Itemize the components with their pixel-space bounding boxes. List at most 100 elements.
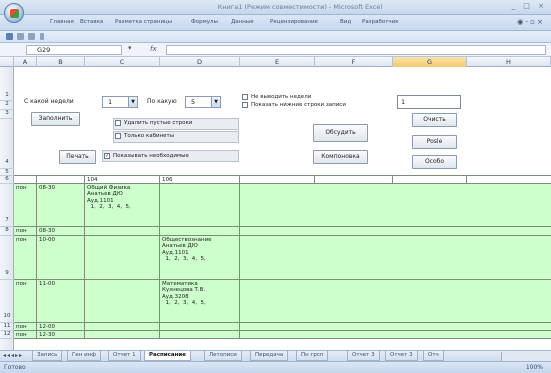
sheet-tab[interactable]: Отчет 3 — [347, 351, 380, 361]
empty-cells[interactable] — [240, 184, 551, 227]
row-header[interactable]: 6 — [0, 176, 14, 184]
row-header[interactable]: 10 — [0, 280, 14, 323]
checkbox-icon[interactable] — [115, 133, 121, 139]
redo-icon[interactable] — [28, 33, 35, 40]
show-required-checkbox[interactable]: ✓ Показывать необходимые — [104, 153, 189, 159]
lesson-cell[interactable] — [160, 184, 240, 227]
row-header[interactable]: 2 — [0, 101, 14, 110]
checkbox-icon[interactable] — [242, 102, 248, 108]
row-header[interactable]: 3 — [0, 110, 14, 119]
zoom-level[interactable]: 100% — [526, 364, 543, 371]
lesson-cell[interactable] — [160, 323, 240, 331]
column-header[interactable]: A — [14, 57, 37, 67]
row-header[interactable]: 8 — [0, 227, 14, 236]
column-header[interactable]: F — [315, 57, 393, 67]
tab-review[interactable]: Рецензирование — [270, 19, 318, 25]
right-button-1[interactable]: Очисть — [412, 113, 457, 127]
fx-icon[interactable]: fx — [150, 45, 157, 53]
tab-insert[interactable]: Вставка — [80, 19, 103, 25]
table-cell[interactable] — [467, 176, 551, 184]
sheet-tab[interactable]: Летописи — [204, 351, 242, 361]
row-header[interactable]: 4 — [0, 119, 14, 169]
ribbon-help-icon[interactable]: ◉ - ▫ × — [517, 18, 543, 26]
delete-empty-checkbox[interactable]: Удалить пустые строки — [115, 120, 192, 126]
name-box[interactable]: G29 — [26, 45, 122, 55]
day-cell[interactable]: пон — [14, 184, 37, 227]
column-header-selected[interactable]: G — [393, 57, 467, 67]
checkbox-icon[interactable] — [115, 120, 121, 126]
tab-formulas[interactable]: Формулы — [191, 19, 218, 25]
lesson-cell[interactable] — [85, 331, 160, 339]
sheet-tab[interactable]: Пн грсп — [296, 351, 329, 361]
sheet-tab[interactable]: Отчет 3 — [385, 351, 418, 361]
undo-icon[interactable] — [17, 33, 24, 40]
table-cell[interactable] — [240, 176, 315, 184]
show-lines-checkbox[interactable]: Показать нижние строки записи — [242, 102, 346, 108]
time-cell[interactable]: 11-00 — [37, 280, 85, 323]
checkbox-icon[interactable]: ✓ — [104, 153, 110, 159]
day-cell[interactable]: пон — [14, 236, 37, 280]
lesson-cell[interactable] — [160, 331, 240, 339]
compose-button[interactable]: Компоновка — [313, 150, 368, 164]
tab-view[interactable]: Вид — [340, 19, 351, 25]
tab-home[interactable]: Главная — [50, 19, 74, 25]
column-header[interactable]: C — [85, 57, 160, 67]
right-button-2[interactable]: Posle — [412, 135, 457, 149]
right-button-3[interactable]: Особо — [412, 155, 457, 169]
table-cell[interactable] — [315, 176, 393, 184]
row-header[interactable]: 11 — [0, 323, 14, 331]
time-cell[interactable]: 08-30 — [37, 184, 85, 227]
empty-cells[interactable] — [240, 331, 551, 339]
table-cell[interactable] — [393, 176, 467, 184]
print-button[interactable]: Печать — [59, 150, 96, 164]
chevron-down-icon[interactable]: ▼ — [128, 97, 137, 107]
window-controls[interactable]: _ □ × — [512, 2, 547, 10]
empty-cells[interactable] — [240, 323, 551, 331]
worksheet-grid[interactable]: С какой недели 1 ▼ По какую 5 ▼ Не вывод… — [14, 67, 551, 350]
only-rooms-checkbox[interactable]: Только кабинеты — [115, 133, 174, 139]
checkbox-icon[interactable] — [242, 94, 248, 100]
fill-button[interactable]: Заполнить — [31, 112, 80, 126]
lesson-cell[interactable]: Обществознание Анатьев ДЮ Ауд.1101 1, 2,… — [160, 236, 240, 280]
row-header[interactable]: 7 — [0, 184, 14, 227]
day-cell[interactable]: пон — [14, 331, 37, 339]
discuss-button[interactable]: Обсудить — [313, 124, 368, 142]
save-icon[interactable] — [6, 33, 13, 40]
week-from-combo[interactable]: 1 ▼ — [102, 96, 138, 108]
formula-input[interactable] — [166, 45, 546, 55]
column-header[interactable]: H — [467, 57, 551, 67]
table-cell[interactable] — [14, 176, 37, 184]
office-button-icon[interactable] — [4, 3, 24, 23]
row-header[interactable]: 5 — [0, 169, 14, 176]
time-cell[interactable]: 10-00 — [37, 236, 85, 280]
sheet-tab[interactable]: Отч — [423, 351, 444, 361]
lesson-cell[interactable]: Математика Кузнецова Т.В. Ауд.3208 1, 2,… — [160, 280, 240, 323]
course-combo[interactable]: 5 ▼ — [185, 96, 221, 108]
time-cell[interactable]: 12-00 — [37, 323, 85, 331]
sheet-tab[interactable]: Отчет 1 — [108, 351, 141, 361]
group-header-cell[interactable]: 104 — [85, 176, 160, 184]
customize-qat-icon[interactable] — [40, 33, 44, 40]
sheet-tab[interactable]: Передача — [250, 351, 289, 361]
sheet-tab-active[interactable]: Расписание — [144, 351, 192, 361]
time-cell[interactable]: 12-30 — [37, 331, 85, 339]
table-cell[interactable] — [37, 176, 85, 184]
tab-page-layout[interactable]: Разметка страницы — [115, 19, 172, 25]
row-header[interactable]: 12 — [0, 331, 14, 339]
day-cell[interactable]: пон — [14, 227, 37, 236]
group-header-cell[interactable]: 106 — [160, 176, 240, 184]
panel-text-input[interactable]: 1 — [397, 95, 461, 109]
lesson-cell[interactable] — [85, 323, 160, 331]
row-header[interactable]: 1 — [0, 92, 14, 101]
column-header[interactable]: B — [37, 57, 85, 67]
sheet-tab[interactable]: Запись — [32, 351, 63, 361]
column-header[interactable]: D — [160, 57, 240, 67]
day-cell[interactable]: пон — [14, 280, 37, 323]
horizontal-scrollbar[interactable] — [501, 352, 551, 361]
tab-data[interactable]: Данные — [231, 19, 254, 25]
empty-cells[interactable] — [240, 236, 551, 280]
lesson-cell[interactable] — [85, 236, 160, 280]
column-header[interactable]: E — [240, 57, 315, 67]
empty-cells[interactable] — [240, 227, 551, 236]
chevron-down-icon[interactable]: ▼ — [211, 97, 220, 107]
